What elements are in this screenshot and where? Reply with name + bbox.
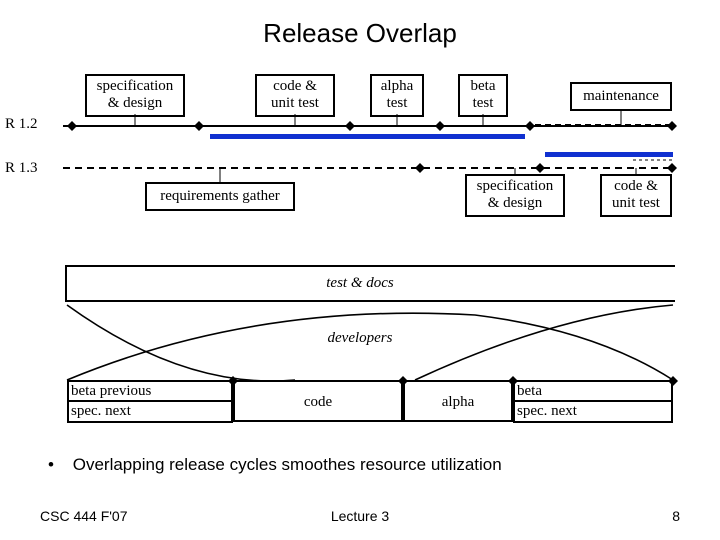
r12-beta-box: beta test [458, 74, 508, 117]
spec-next-left-box: spec. next [67, 400, 233, 423]
footer-center: Lecture 3 [40, 508, 680, 524]
test-docs-bottom-line [65, 300, 675, 302]
beta-previous-box: beta previous [67, 380, 233, 401]
r12-axis [63, 125, 673, 127]
test-docs-label: test & docs [35, 275, 685, 292]
footer-right: 8 [672, 508, 680, 524]
r12-label: R 1.2 [5, 116, 38, 133]
alpha-bottom-box: alpha [403, 380, 513, 422]
r13-label: R 1.3 [5, 160, 38, 177]
slide-title: Release Overlap [0, 18, 720, 49]
bullet-text: Overlapping release cycles smoothes reso… [73, 455, 502, 474]
r12-alpha-box: alpha test [370, 74, 424, 117]
r12-spec-design-box: specification & design [85, 74, 185, 117]
r13-spec-design-box: specification & design [465, 174, 565, 217]
bullet-dot-icon: • [48, 455, 68, 475]
release-overlap-diagram: R 1.2 specification & design code & unit… [35, 70, 685, 440]
developers-label: developers [35, 330, 685, 347]
slide-footer: CSC 444 F'07 Lecture 3 8 [40, 508, 680, 524]
code-bottom-box: code [233, 380, 403, 422]
r13-req-gather-box: requirements gather [145, 182, 295, 211]
test-docs-top-line [65, 265, 675, 267]
beta-bottom-box: beta [513, 380, 673, 401]
r12-code-unit-box: code & unit test [255, 74, 335, 117]
r13-code-unit-box: code & unit test [600, 174, 672, 217]
spec-next-right-box: spec. next [513, 400, 673, 423]
bullet-line: • Overlapping release cycles smoothes re… [48, 455, 502, 475]
r12-maintenance-box: maintenance [570, 82, 672, 111]
